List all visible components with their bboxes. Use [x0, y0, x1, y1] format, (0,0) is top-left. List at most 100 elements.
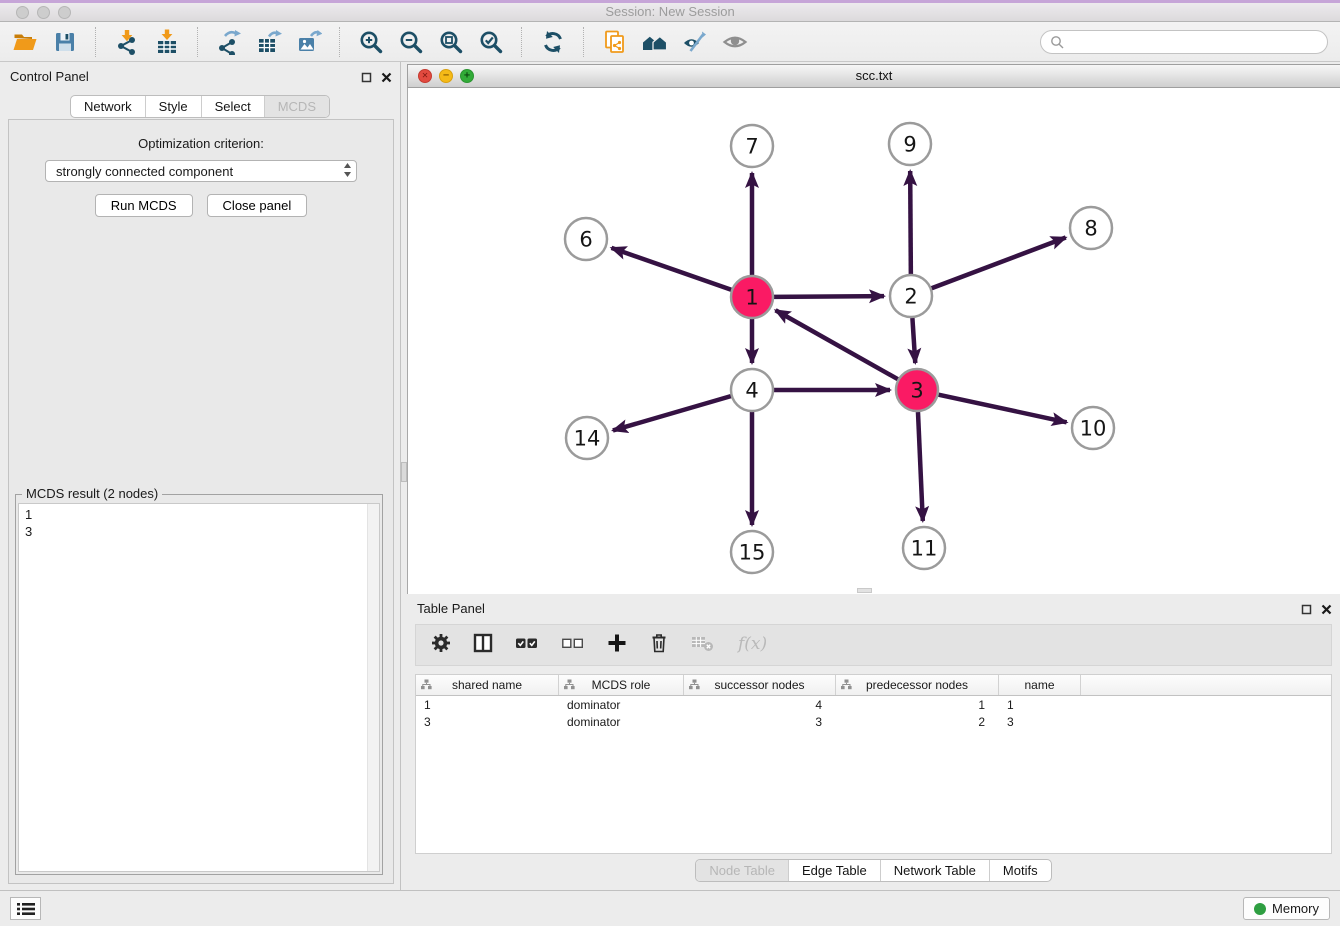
table-tab-network-table[interactable]: Network Table: [880, 860, 989, 881]
close-panel-icon[interactable]: [381, 70, 392, 88]
zoom-selected-button[interactable]: [476, 27, 506, 57]
duplicate-documents-icon: [602, 29, 628, 55]
home-button[interactable]: [640, 27, 670, 57]
search-icon: [1050, 35, 1064, 49]
cell-mcds-role: dominator: [559, 715, 684, 729]
column-header-predecessor-nodes[interactable]: predecessor nodes: [836, 675, 999, 695]
run-mcds-button[interactable]: Run MCDS: [95, 194, 193, 217]
graph-node-4[interactable]: 4: [731, 369, 773, 411]
import-network-button[interactable]: [112, 27, 142, 57]
column-header-mcds-role[interactable]: MCDS role: [559, 675, 684, 695]
graph-node-9[interactable]: 9: [889, 123, 931, 165]
table-panel-title: Table Panel: [417, 601, 485, 616]
select-all-button[interactable]: [514, 632, 540, 659]
column-header-name[interactable]: name: [999, 675, 1081, 695]
mcds-result-list[interactable]: 1 3: [18, 503, 380, 872]
table-tab-motifs[interactable]: Motifs: [989, 860, 1051, 881]
graph-node-3[interactable]: 3: [896, 369, 938, 411]
mcds-panel: Optimization criterion: strongly connect…: [8, 119, 394, 884]
table-row[interactable]: 3dominator323: [416, 713, 1331, 730]
graph-node-7[interactable]: 7: [731, 125, 773, 167]
network-window-controls: ✕ − +: [418, 69, 474, 83]
graph-edge-1-6[interactable]: [611, 248, 731, 290]
table-panel-tabs: Node TableEdge TableNetwork TableMotifs: [695, 859, 1051, 882]
show-columns-button[interactable]: [472, 632, 494, 659]
graph-node-8[interactable]: 8: [1070, 207, 1112, 249]
table-tab-node-table[interactable]: Node Table: [696, 860, 788, 881]
table-panel: Table Panel f(x) shared nameMCDS rol: [407, 594, 1340, 890]
svg-text:1: 1: [745, 286, 758, 310]
close-panel-button[interactable]: Close panel: [207, 194, 308, 217]
close-table-panel-icon[interactable]: [1321, 602, 1332, 620]
result-scrollbar[interactable]: [367, 504, 379, 871]
import-table-button[interactable]: [152, 27, 182, 57]
open-file-button[interactable]: [10, 27, 40, 57]
graph-node-6[interactable]: 6: [565, 218, 607, 260]
maximize-network-button[interactable]: +: [460, 69, 474, 83]
zoom-fit-button[interactable]: [436, 27, 466, 57]
delete-table-button[interactable]: [690, 632, 716, 659]
tab-mcds[interactable]: MCDS: [264, 96, 329, 117]
delete-table-icon: [690, 632, 716, 654]
graph-edge-4-14[interactable]: [613, 396, 731, 430]
graph-node-2[interactable]: 2: [890, 275, 932, 317]
graph-edge-1-2[interactable]: [774, 296, 884, 297]
control-panel: Control Panel NetworkStyleSelectMCDS Opt…: [0, 62, 400, 890]
export-table-button[interactable]: [254, 27, 284, 57]
graph-node-11[interactable]: 11: [903, 527, 945, 569]
vertical-splitter[interactable]: [400, 62, 407, 890]
graph-node-1[interactable]: 1: [731, 276, 773, 318]
close-network-button[interactable]: ✕: [418, 69, 432, 83]
table-row[interactable]: 1dominator411: [416, 696, 1331, 713]
search-input[interactable]: [1070, 34, 1318, 51]
export-network-button[interactable]: [214, 27, 244, 57]
canvas-bottom-grip[interactable]: [857, 588, 872, 593]
graph-edge-2-3[interactable]: [912, 318, 915, 363]
show-all-button[interactable]: [720, 27, 750, 57]
float-panel-icon[interactable]: [361, 70, 372, 88]
export-image-button[interactable]: [294, 27, 324, 57]
network-canvas[interactable]: 7 9 6 8 1 2 4 3 14 10 15 11: [407, 88, 1340, 594]
zoom-in-button[interactable]: [356, 27, 386, 57]
tab-network[interactable]: Network: [71, 96, 145, 117]
graph-node-15[interactable]: 15: [731, 531, 773, 573]
hide-selected-button[interactable]: [680, 27, 710, 57]
tab-style[interactable]: Style: [145, 96, 201, 117]
update-view-button[interactable]: [538, 27, 568, 57]
optimization-criterion-select[interactable]: strongly connected component: [45, 160, 357, 182]
save-session-button[interactable]: [50, 27, 80, 57]
graph-edge-3-10[interactable]: [939, 395, 1067, 423]
add-column-button[interactable]: [606, 632, 628, 659]
memory-status-dot: [1254, 903, 1266, 915]
graph-edge-3-1[interactable]: [776, 310, 898, 379]
column-tree-icon: [564, 679, 575, 693]
search-box[interactable]: [1040, 30, 1328, 54]
svg-text:9: 9: [903, 133, 916, 157]
float-table-panel-icon[interactable]: [1301, 602, 1312, 620]
delete-column-button[interactable]: [648, 632, 670, 659]
memory-button[interactable]: Memory: [1243, 897, 1330, 920]
close-window-button[interactable]: [16, 6, 29, 19]
column-header-shared-name[interactable]: shared name: [416, 675, 559, 695]
apply-function-button[interactable]: f(x): [736, 631, 772, 660]
graph-node-10[interactable]: 10: [1072, 407, 1114, 449]
maximize-window-button[interactable]: [58, 6, 71, 19]
toolbar-separator: [521, 27, 523, 57]
graph-edge-2-9[interactable]: [910, 171, 911, 274]
graph-edge-2-8[interactable]: [932, 238, 1066, 289]
task-history-button[interactable]: [10, 897, 41, 920]
duplicate-network-button[interactable]: [600, 27, 630, 57]
minimize-network-button[interactable]: −: [439, 69, 453, 83]
deselect-all-button[interactable]: [560, 632, 586, 659]
network-window-titlebar[interactable]: ✕ − + scc.txt: [407, 64, 1340, 88]
table-settings-gear-button[interactable]: [430, 632, 452, 659]
zoom-out-button[interactable]: [396, 27, 426, 57]
eye-icon: [722, 29, 748, 55]
graph-edge-3-11[interactable]: [918, 412, 923, 521]
minimize-window-button[interactable]: [37, 6, 50, 19]
graph-node-14[interactable]: 14: [566, 417, 608, 459]
table-tab-edge-table[interactable]: Edge Table: [788, 860, 880, 881]
column-header-successor-nodes[interactable]: successor nodes: [684, 675, 836, 695]
window-controls: [16, 6, 71, 19]
tab-select[interactable]: Select: [201, 96, 264, 117]
